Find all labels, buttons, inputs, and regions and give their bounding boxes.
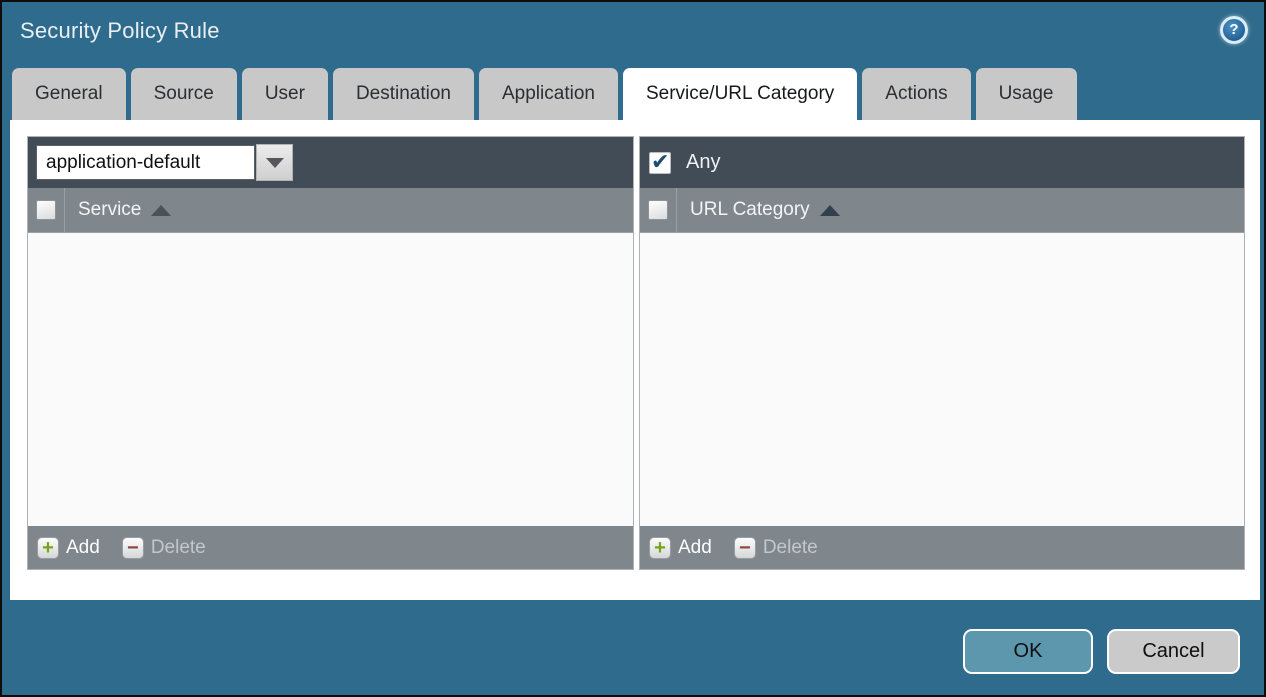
url-category-list <box>640 233 1244 526</box>
url-category-footer: + Add − Delete <box>640 526 1244 569</box>
minus-icon: − <box>734 537 756 559</box>
ok-button[interactable]: OK <box>963 629 1093 674</box>
service-type-dropdown[interactable]: application-default <box>36 144 293 181</box>
delete-url-category-button[interactable]: − Delete <box>734 537 818 559</box>
tab-bar: General Source User Destination Applicat… <box>12 68 1077 120</box>
tab-general[interactable]: General <box>12 68 126 120</box>
security-policy-rule-dialog: Security Policy Rule ? General Source Us… <box>0 0 1266 697</box>
service-panel: application-default Service + Add <box>27 136 634 570</box>
tab-application[interactable]: Application <box>479 68 618 120</box>
help-icon[interactable]: ? <box>1220 16 1248 44</box>
dialog-titlebar: Security Policy Rule <box>20 18 220 44</box>
chevron-down-icon <box>266 158 284 168</box>
select-all-services-checkbox[interactable] <box>36 200 56 220</box>
add-service-button[interactable]: + Add <box>37 537 100 559</box>
delete-service-button[interactable]: − Delete <box>122 537 206 559</box>
tab-source[interactable]: Source <box>131 68 237 120</box>
select-all-url-categories-checkbox[interactable] <box>648 200 668 220</box>
dialog-title: Security Policy Rule <box>20 18 220 43</box>
service-type-bar: application-default <box>28 137 633 188</box>
service-column-header[interactable]: Service <box>78 199 141 221</box>
any-row: Any <box>640 137 1244 188</box>
add-url-category-button[interactable]: + Add <box>649 537 712 559</box>
plus-icon: + <box>37 537 59 559</box>
tab-actions[interactable]: Actions <box>862 68 970 120</box>
select-all-services-cell <box>28 188 65 232</box>
any-label: Any <box>686 151 720 174</box>
cancel-button[interactable]: Cancel <box>1107 629 1240 674</box>
tab-service-url-category[interactable]: Service/URL Category <box>623 68 857 120</box>
url-category-column-header[interactable]: URL Category <box>690 199 810 221</box>
sort-ascending-icon[interactable] <box>151 205 171 216</box>
service-table-header: Service <box>28 188 633 233</box>
tab-user[interactable]: User <box>242 68 328 120</box>
tab-content: application-default Service + Add <box>10 120 1260 600</box>
any-checkbox[interactable] <box>649 152 671 174</box>
service-footer: + Add − Delete <box>28 526 633 569</box>
tab-usage[interactable]: Usage <box>976 68 1077 120</box>
plus-icon: + <box>649 537 671 559</box>
url-category-table-header: URL Category <box>640 188 1244 233</box>
dropdown-button[interactable] <box>256 144 293 181</box>
url-category-panel: Any URL Category + Add − Delete <box>639 136 1245 570</box>
service-list <box>28 233 633 526</box>
minus-icon: − <box>122 537 144 559</box>
sort-ascending-icon[interactable] <box>820 205 840 216</box>
tab-destination[interactable]: Destination <box>333 68 474 120</box>
select-all-url-categories-cell <box>640 188 677 232</box>
service-type-value[interactable]: application-default <box>36 145 255 180</box>
